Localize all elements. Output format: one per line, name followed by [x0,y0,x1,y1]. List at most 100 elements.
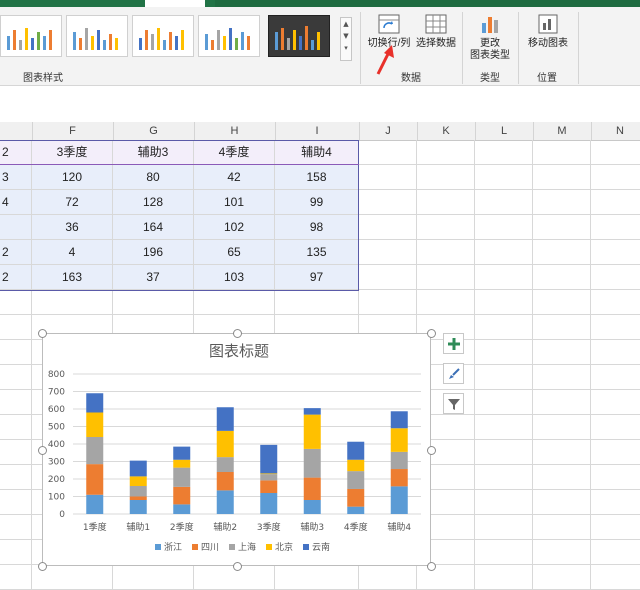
data-cell[interactable]: 65 [194,240,275,265]
empty-cell[interactable] [591,165,640,190]
header-cell[interactable]: 3季度 [32,140,113,165]
empty-cell[interactable] [475,215,533,240]
column-header[interactable]: M [533,122,592,140]
empty-cell[interactable] [113,565,194,590]
empty-cell[interactable] [591,490,640,515]
empty-cell[interactable] [32,290,113,315]
data-cell[interactable]: 164 [113,215,194,240]
empty-cell[interactable] [591,140,640,165]
header-cell[interactable]: 辅助4 [275,140,359,165]
empty-cell[interactable] [475,365,533,390]
empty-cell[interactable] [0,390,32,415]
data-cell[interactable]: 80 [113,165,194,190]
data-cell[interactable]: 158 [275,165,359,190]
empty-cell[interactable] [475,165,533,190]
empty-cell[interactable] [475,240,533,265]
empty-cell[interactable] [113,290,194,315]
empty-cell[interactable] [475,190,533,215]
header-cell[interactable]: 2 [0,140,32,165]
empty-cell[interactable] [0,440,32,465]
resize-handle[interactable] [427,562,436,571]
empty-cell[interactable] [275,290,359,315]
empty-cell[interactable] [591,515,640,540]
data-cell[interactable]: 36 [32,215,113,240]
empty-cell[interactable] [475,315,533,340]
empty-cell[interactable] [475,140,533,165]
data-cell[interactable]: 101 [194,190,275,215]
empty-cell[interactable] [0,540,32,565]
resize-handle[interactable] [427,445,436,455]
empty-cell[interactable] [359,140,417,165]
empty-cell[interactable] [591,415,640,440]
column-header[interactable]: H [194,122,276,140]
empty-cell[interactable] [417,215,475,240]
empty-cell[interactable] [0,465,32,490]
column-header[interactable]: L [475,122,534,140]
active-ribbon-tab[interactable] [145,0,205,7]
formula-bar-area[interactable] [0,86,640,123]
data-cell[interactable]: 128 [113,190,194,215]
resize-handle[interactable] [38,329,47,338]
empty-cell[interactable] [533,340,591,365]
resize-handle[interactable] [232,562,242,571]
empty-cell[interactable] [591,290,640,315]
empty-cell[interactable] [0,490,32,515]
empty-cell[interactable] [533,415,591,440]
empty-cell[interactable] [475,415,533,440]
empty-cell[interactable] [359,165,417,190]
data-cell[interactable]: 98 [275,215,359,240]
empty-cell[interactable] [417,165,475,190]
data-cell[interactable]: 42 [194,165,275,190]
empty-cell[interactable] [0,415,32,440]
empty-cell[interactable] [475,340,533,365]
empty-cell[interactable] [275,565,359,590]
empty-cell[interactable] [591,240,640,265]
empty-cell[interactable] [417,290,475,315]
data-cell[interactable]: 99 [275,190,359,215]
data-cell[interactable]: 2 [0,240,32,265]
chart-style-thumb-4[interactable] [198,15,260,57]
empty-cell[interactable] [591,365,640,390]
empty-cell[interactable] [475,265,533,290]
empty-cell[interactable] [475,390,533,415]
empty-cell[interactable] [475,465,533,490]
resize-handle[interactable] [232,329,242,338]
empty-cell[interactable] [533,165,591,190]
empty-cell[interactable] [533,465,591,490]
empty-cell[interactable] [591,390,640,415]
empty-cell[interactable] [591,215,640,240]
data-cell[interactable]: 163 [32,265,113,290]
column-header[interactable]: I [275,122,360,140]
column-header[interactable]: G [113,122,195,140]
empty-cell[interactable] [0,290,32,315]
data-cell[interactable]: 72 [32,190,113,215]
chart-style-thumb-2[interactable] [66,15,128,57]
empty-cell[interactable] [417,240,475,265]
gallery-scroll-control[interactable]: ▲ ▼ ▾ [340,17,352,61]
chart-area[interactable]: 图表标题 0 100 200 300 400 500 600 700 800 1季度 辅助1 2季度 辅助… [42,333,431,566]
empty-cell[interactable] [475,290,533,315]
empty-cell[interactable] [359,265,417,290]
data-cell[interactable]: 103 [194,265,275,290]
data-cell[interactable]: 102 [194,215,275,240]
empty-cell[interactable] [533,190,591,215]
resize-handle[interactable] [427,329,436,338]
change-chart-type-button[interactable]: 更改 图表类型 [466,13,514,62]
column-header[interactable]: N [591,122,640,140]
data-cell[interactable]: 120 [32,165,113,190]
empty-cell[interactable] [533,315,591,340]
chevron-down-icon[interactable]: ▼ [341,30,351,42]
empty-cell[interactable] [475,440,533,465]
empty-cell[interactable] [359,215,417,240]
empty-cell[interactable] [533,140,591,165]
empty-cell[interactable] [417,565,475,590]
empty-cell[interactable] [533,390,591,415]
empty-cell[interactable] [591,315,640,340]
data-cell[interactable]: 97 [275,265,359,290]
chart-style-thumb-5[interactable] [268,15,330,57]
empty-cell[interactable] [0,565,32,590]
header-cell[interactable]: 辅助3 [113,140,194,165]
empty-cell[interactable] [533,440,591,465]
column-header[interactable]: F [32,122,114,140]
empty-cell[interactable] [533,215,591,240]
